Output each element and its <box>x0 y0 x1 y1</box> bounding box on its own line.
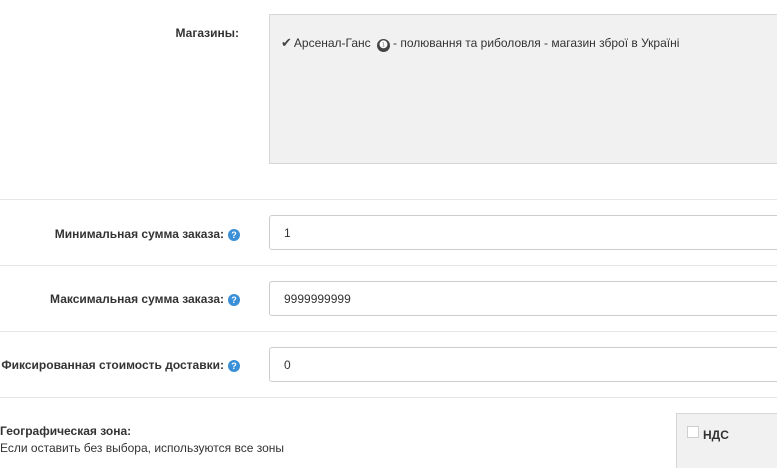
divider <box>0 331 777 332</box>
fixed-delivery-label-text: Фиксированная стоимость доставки: <box>1 358 224 372</box>
geo-zone-list: НДС <box>676 413 777 468</box>
help-icon[interactable]: ? <box>228 229 240 241</box>
store-description: - полювання та риболовля - магазин зброї… <box>393 36 680 50</box>
vat-checkbox[interactable] <box>687 426 699 438</box>
max-order-input[interactable] <box>269 281 777 316</box>
store-item[interactable]: ✔ Арсенал-Ганс ❶- полювання та риболовля … <box>281 35 679 52</box>
fixed-delivery-label: Фиксированная стоимость доставки:? <box>1 358 240 372</box>
stores-label: Магазины: <box>175 26 239 40</box>
shipping-settings-form: Магазины: ✔ Арсенал-Ганс ❶- полювання та … <box>0 0 777 468</box>
geo-zone-label: Географическая зона: <box>0 424 132 438</box>
checkmark-icon[interactable]: ✔ <box>281 35 292 51</box>
divider <box>0 397 777 398</box>
min-order-label: Минимальная сумма заказа:? <box>55 227 240 241</box>
max-order-label-text: Максимальная сумма заказа: <box>50 292 224 306</box>
divider <box>0 265 777 266</box>
help-icon[interactable]: ? <box>228 294 240 306</box>
geo-zone-hint: Если оставить без выбора, используются в… <box>0 441 285 455</box>
stores-list: ✔ Арсенал-Ганс ❶- полювання та риболовля … <box>269 14 777 164</box>
store-name: Арсенал-Ганс <box>293 36 371 50</box>
info-icon[interactable]: ❶ <box>377 39 391 52</box>
min-order-input[interactable] <box>269 215 777 250</box>
help-icon[interactable]: ? <box>228 360 240 372</box>
vat-option-label[interactable]: НДС <box>703 428 729 442</box>
fixed-delivery-input[interactable] <box>269 347 777 382</box>
min-order-label-text: Минимальная сумма заказа: <box>54 227 224 241</box>
max-order-label: Максимальная сумма заказа:? <box>50 292 240 306</box>
divider <box>0 199 777 200</box>
